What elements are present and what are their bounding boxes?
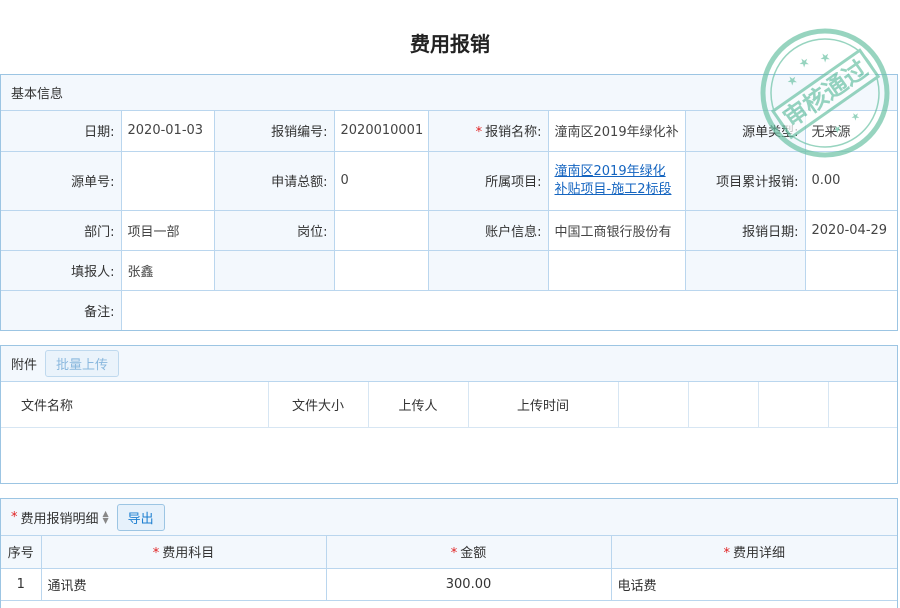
post-field[interactable] (334, 210, 429, 251)
required-mark: * (11, 509, 18, 525)
cumulative-label: 项目累计报销: (685, 151, 806, 211)
table-row[interactable]: 1 通讯费 300.00 电话费 (1, 568, 897, 601)
col-file-name[interactable]: 文件名称 (1, 382, 269, 428)
post-label: 岗位: (214, 210, 335, 251)
empty-cell (548, 250, 686, 291)
number-label: 报销编号: (214, 111, 335, 152)
attachments-panel: 附件 批量上传 文件名称 文件大小 上传人 上传时间 (0, 345, 898, 484)
col-subject: 费用科目 (162, 546, 215, 562)
account-label: 账户信息: (428, 210, 549, 251)
dept-field[interactable]: 项目一部 (121, 210, 215, 251)
name-label: 报销名称: (485, 125, 542, 141)
page-title: 费用报销 (410, 32, 490, 56)
required-mark: * (475, 125, 483, 141)
empty-cell (828, 382, 897, 428)
src-no-field[interactable] (121, 151, 215, 211)
empty-cell (618, 382, 689, 428)
col-file-size[interactable]: 文件大小 (268, 382, 369, 428)
row-detail[interactable]: 电话费 (611, 568, 897, 601)
row-seq: 1 (1, 568, 42, 601)
empty-cell (758, 382, 829, 428)
remark-field[interactable] (121, 290, 897, 330)
col-uploader[interactable]: 上传人 (368, 382, 469, 428)
empty-cell (688, 382, 759, 428)
sort-icon[interactable]: ▲ ▼ (103, 510, 109, 525)
total-field[interactable]: 0 (334, 151, 429, 211)
col-amount: 金额 (460, 546, 487, 562)
reimb-date-field[interactable]: 2020-04-29 (805, 210, 897, 251)
details-table: 序号 * 费用科目 * 金额 * 费用详细 1 通讯费 300.00 电话费 (1, 536, 897, 601)
filler-label: 填报人: (1, 250, 122, 291)
basic-info-panel: 基本信息 日期: 2020-01-03 报销编号: 2020010001 * 报销… (0, 74, 898, 331)
basic-info-table: 日期: 2020-01-03 报销编号: 2020010001 * 报销名称: 潼… (1, 111, 897, 330)
empty-cell (214, 250, 335, 291)
basic-info-header: 基本信息 (1, 75, 897, 111)
col-detail: 费用详细 (732, 546, 785, 562)
required-mark: * (450, 546, 458, 562)
row-amount[interactable]: 300.00 (326, 568, 612, 601)
src-type-field[interactable]: 无来源 (805, 111, 897, 152)
attachments-table: 文件名称 文件大小 上传人 上传时间 (1, 382, 897, 428)
batch-upload-button[interactable]: 批量上传 (45, 350, 120, 377)
total-label: 申请总额: (214, 151, 335, 211)
col-upload-time[interactable]: 上传时间 (468, 382, 619, 428)
details-header: 费用报销明细 (20, 511, 99, 527)
empty-cell (334, 250, 429, 291)
col-seq: 序号 (1, 536, 42, 569)
reimb-date-label: 报销日期: (685, 210, 806, 251)
account-field[interactable]: 中国工商银行股份有 (548, 210, 686, 251)
date-label: 日期: (1, 111, 122, 152)
src-type-label: 源单类型: (685, 111, 806, 152)
project-label: 所属项目: (428, 151, 549, 211)
export-button[interactable]: 导出 (116, 503, 165, 531)
project-link[interactable]: 潼南区2019年绿化补贴项目-施工2标段 (555, 164, 672, 197)
date-field[interactable]: 2020-01-03 (121, 111, 215, 152)
filler-field[interactable]: 张鑫 (121, 250, 215, 291)
row-subject[interactable]: 通讯费 (41, 568, 327, 601)
name-field[interactable]: 潼南区2019年绿化补 (548, 111, 686, 152)
expense-details-panel: * 费用报销明细 ▲ ▼ 导出 序号 * 费用科目 * 金额 * 费用详细 1 通讯费 … (0, 498, 898, 608)
remark-label: 备注: (1, 290, 122, 330)
empty-cell (685, 250, 806, 291)
required-mark: * (152, 546, 160, 562)
dept-label: 部门: (1, 210, 122, 251)
src-no-label: 源单号: (1, 151, 122, 211)
empty-cell (805, 250, 897, 291)
attachments-header: 附件 (11, 358, 38, 373)
number-field[interactable]: 2020010001 (334, 111, 429, 152)
required-mark: * (723, 546, 730, 562)
cumulative-field: 0.00 (805, 151, 897, 211)
empty-cell (428, 250, 549, 291)
